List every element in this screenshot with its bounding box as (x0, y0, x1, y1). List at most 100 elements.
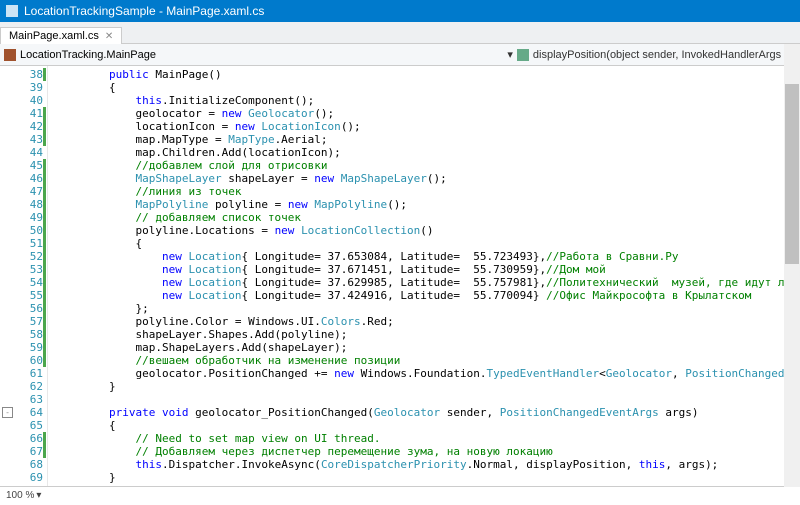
code-line[interactable]: this.Dispatcher.InvokeAsync(CoreDispatch… (56, 458, 800, 471)
line-number: 50 (0, 224, 43, 237)
member-dropdown[interactable]: ▾ displayPosition(object sender, Invoked… (501, 48, 800, 61)
change-marker (43, 341, 46, 354)
code-line[interactable]: MapPolyline polyline = new MapPolyline()… (56, 198, 800, 211)
line-number: 64- (0, 406, 43, 419)
change-marker (43, 445, 46, 458)
code-line[interactable]: { (56, 419, 800, 432)
class-icon (4, 49, 16, 61)
line-number: 56 (0, 302, 43, 315)
line-number: 41 (0, 107, 43, 120)
close-icon[interactable]: ✕ (105, 31, 113, 42)
change-marker (43, 263, 46, 276)
code-line[interactable]: //линия из точек (56, 185, 800, 198)
change-marker (43, 276, 46, 289)
code-line[interactable]: map.MapType = MapType.Aerial; (56, 133, 800, 146)
line-number: 52 (0, 250, 43, 263)
statusbar: 100 % ▾ (0, 486, 800, 504)
code-line[interactable]: geolocator = new Geolocator(); (56, 107, 800, 120)
line-number: 62 (0, 380, 43, 393)
line-number: 46 (0, 172, 43, 185)
change-marker (43, 328, 46, 341)
vertical-scrollbar[interactable] (784, 44, 800, 487)
line-number: 65 (0, 419, 43, 432)
change-marker (43, 250, 46, 263)
line-number: 38 (0, 68, 43, 81)
line-number: 59 (0, 341, 43, 354)
code-line[interactable]: new Location{ Longitude= 37.629985, Lati… (56, 276, 800, 289)
line-number: 60 (0, 354, 43, 367)
line-number: 44 (0, 146, 43, 159)
member-label: displayPosition(object sender, InvokedHa… (533, 49, 794, 61)
code-line[interactable]: polyline.Color = Windows.UI.Colors.Red; (56, 315, 800, 328)
app-icon (6, 5, 18, 17)
line-number: 42 (0, 120, 43, 133)
line-number: 58 (0, 328, 43, 341)
code-line[interactable]: } (56, 471, 800, 484)
line-number: 70 (0, 484, 43, 486)
code-line[interactable]: { (56, 81, 800, 94)
line-number: 45 (0, 159, 43, 172)
code-line[interactable]: map.ShapeLayers.Add(shapeLayer); (56, 341, 800, 354)
code-line[interactable]: polyline.Locations = new LocationCollect… (56, 224, 800, 237)
change-marker (43, 120, 46, 133)
change-marker (43, 198, 46, 211)
change-marker (43, 289, 46, 302)
line-number: 47 (0, 185, 43, 198)
code-surface[interactable]: public MainPage() { this.InitializeCompo… (48, 66, 800, 486)
zoom-level[interactable]: 100 % (6, 490, 34, 501)
line-number: 57 (0, 315, 43, 328)
line-number: 48 (0, 198, 43, 211)
code-line[interactable]: locationIcon = new LocationIcon(); (56, 120, 800, 133)
code-line[interactable]: new Location{ Longitude= 37.653084, Lati… (56, 250, 800, 263)
line-gutter: 3839404142434445464748495051525354555657… (0, 66, 48, 486)
line-number: 67 (0, 445, 43, 458)
tab-label: MainPage.xaml.cs (9, 30, 99, 42)
change-marker (43, 159, 46, 172)
code-line[interactable]: // Need to set map view on UI thread. (56, 432, 800, 445)
line-number: 49 (0, 211, 43, 224)
code-line[interactable]: new Location{ Longitude= 37.424916, Lati… (56, 289, 800, 302)
code-line[interactable]: } (56, 380, 800, 393)
code-line[interactable]: // Добавляем через диспетчер перемещение… (56, 445, 800, 458)
code-line[interactable]: public MainPage() (56, 68, 800, 81)
code-line[interactable]: //вешаем обработчик на изменение позиции (56, 354, 800, 367)
code-line[interactable]: }; (56, 302, 800, 315)
code-line[interactable]: { (56, 237, 800, 250)
code-line[interactable]: //добавлем слой для отрисовки (56, 159, 800, 172)
change-marker (43, 302, 46, 315)
fold-toggle-icon[interactable]: - (2, 407, 13, 418)
change-marker (43, 211, 46, 224)
line-number: 61 (0, 367, 43, 380)
dropdown-chevron-icon: ▾ (507, 48, 513, 61)
code-line[interactable] (56, 393, 800, 406)
method-icon (517, 49, 529, 61)
line-number: 55 (0, 289, 43, 302)
scroll-thumb[interactable] (785, 84, 799, 264)
tab-mainpage[interactable]: MainPage.xaml.cs ✕ (0, 27, 122, 44)
scope-label: LocationTracking.MainPage (20, 49, 156, 61)
code-line[interactable]: private void geolocator_PositionChanged(… (56, 406, 800, 419)
line-number: 66 (0, 432, 43, 445)
change-marker (43, 133, 46, 146)
code-line[interactable]: this.InitializeComponent(); (56, 94, 800, 107)
scope-dropdown[interactable]: LocationTracking.MainPage (0, 49, 501, 61)
code-line[interactable]: geolocator.PositionChanged += new Window… (56, 367, 800, 380)
line-number: 68 (0, 458, 43, 471)
change-marker (43, 354, 46, 367)
line-number: 40 (0, 94, 43, 107)
code-line[interactable]: // добавляем список точек (56, 211, 800, 224)
change-marker (43, 107, 46, 120)
line-number: 51 (0, 237, 43, 250)
code-editor[interactable]: 3839404142434445464748495051525354555657… (0, 66, 800, 486)
code-line[interactable] (56, 484, 800, 486)
change-marker (43, 185, 46, 198)
zoom-chevron-icon[interactable]: ▾ (36, 490, 41, 501)
change-marker (43, 68, 46, 81)
code-line[interactable]: MapShapeLayer shapeLayer = new MapShapeL… (56, 172, 800, 185)
code-line[interactable]: new Location{ Longitude= 37.671451, Lati… (56, 263, 800, 276)
code-line[interactable]: shapeLayer.Shapes.Add(polyline); (56, 328, 800, 341)
change-marker (43, 432, 46, 445)
window-title: LocationTrackingSample - MainPage.xaml.c… (24, 4, 264, 18)
code-line[interactable]: map.Children.Add(locationIcon); (56, 146, 800, 159)
change-marker (43, 224, 46, 237)
